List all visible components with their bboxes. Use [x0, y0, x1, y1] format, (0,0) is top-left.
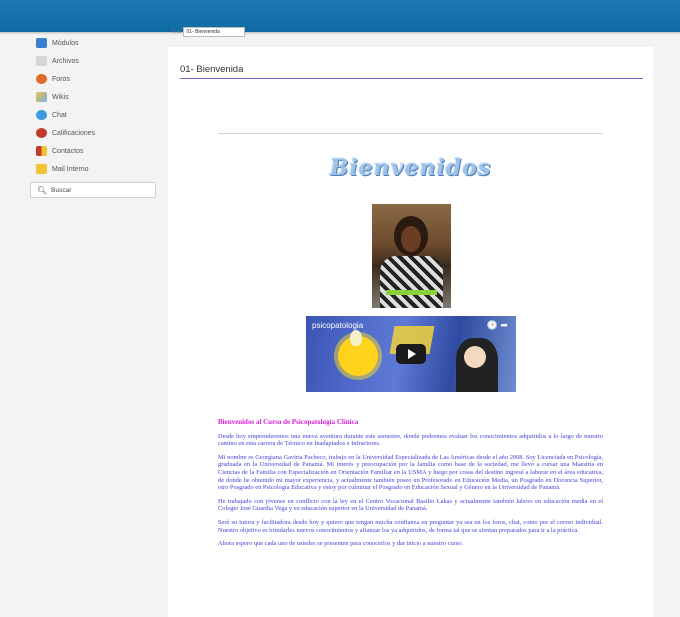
horizontal-rule: [218, 133, 603, 134]
jump-to-selector: Ir a: 01- Bienvenida: [172, 27, 246, 37]
sidebar-item-mail-interno[interactable]: Mail Interno: [30, 160, 160, 178]
mail-icon: [36, 164, 47, 174]
sidebar-item-calificaciones[interactable]: Calificaciones: [30, 124, 160, 142]
sidebar-item-label: Contactos: [52, 147, 84, 155]
sidebar-item-label: Archivos: [52, 57, 79, 65]
sidebar-item-archivos[interactable]: Archivos: [30, 52, 160, 70]
chat-icon: [36, 110, 47, 120]
paragraph: Ahora espero que cada uno de ustedes se …: [218, 540, 464, 548]
wiki-icon: [36, 92, 47, 102]
grades-icon: [36, 128, 47, 138]
sidebar-item-label: Calificaciones: [52, 129, 96, 137]
jump-label: Ir a:: [172, 29, 182, 35]
play-button[interactable]: [396, 344, 426, 364]
sidebar: Módulos Archivos Foros Wikis Chat Califi…: [30, 34, 160, 198]
sidebar-item-foros[interactable]: Foros: [30, 70, 160, 88]
sidebar-item-modulos[interactable]: Módulos: [30, 34, 160, 52]
course-intro: Bienvenidos al Curso de Psicopatología C…: [218, 418, 603, 554]
sidebar-item-wikis[interactable]: Wikis: [30, 88, 160, 106]
sidebar-item-label: Chat: [52, 111, 67, 119]
top-header-bar: [0, 0, 680, 32]
sidebar-item-label: Wikis: [52, 93, 69, 101]
paragraph: He trabajado con jóvenes en conflicto co…: [218, 497, 603, 513]
content-panel: 01- Bienvenida Bienvenidos psicopatologi…: [168, 47, 653, 617]
page-title: 01- Bienvenida: [180, 64, 244, 75]
video-embed[interactable]: psicopatologia 🕒 ➦: [306, 316, 516, 392]
course-heading: Bienvenidos al Curso de Psicopatología C…: [218, 418, 359, 426]
paragraph: Seré su tutora y facilitadora desde hoy …: [218, 518, 603, 534]
sidebar-item-label: Módulos: [52, 39, 79, 47]
title-divider: [180, 78, 643, 79]
files-icon: [36, 56, 47, 66]
video-controls-icon[interactable]: 🕒 ➦: [487, 320, 508, 331]
search-label: Buscar: [51, 186, 72, 194]
search-icon: 🔍︎: [37, 185, 48, 195]
paragraph: Desde hoy emprenderemos una nueva aventu…: [218, 432, 603, 448]
sidebar-item-label: Foros: [52, 75, 70, 83]
welcome-banner: Bienvenidos: [329, 155, 492, 181]
video-title[interactable]: psicopatologia: [312, 321, 363, 330]
paragraph: Mi nombre es Georgiana Gaviria Pacheco, …: [218, 453, 603, 492]
forums-icon: [36, 74, 47, 84]
sidebar-item-contactos[interactable]: Contactos: [30, 142, 160, 160]
jump-select[interactable]: 01- Bienvenida: [183, 27, 246, 37]
search-button[interactable]: 🔍︎ Buscar: [30, 182, 156, 198]
tutor-photo: [372, 204, 451, 308]
sidebar-item-chat[interactable]: Chat: [30, 106, 160, 124]
sidebar-item-label: Mail Interno: [52, 165, 89, 173]
contacts-icon: [36, 146, 47, 156]
modules-icon: [36, 38, 47, 48]
